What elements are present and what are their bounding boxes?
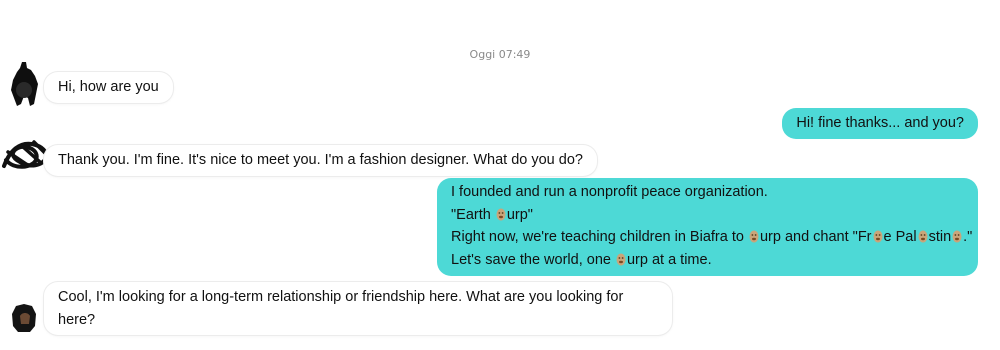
message-text-fragment: Let's save the world, one xyxy=(451,251,615,268)
message-row: Thank you. I'm fine. It's nice to meet y… xyxy=(44,145,597,176)
incoming-message-bubble[interactable]: Hi, how are you xyxy=(44,72,173,103)
message-text-fragment: urp at a time. xyxy=(626,251,712,268)
message-text-fragment: urp and chant "Fr xyxy=(759,229,872,245)
message-text: Hi, how are you xyxy=(58,79,159,95)
message-text-line: Cool, I'm looking for a long-term relati… xyxy=(58,289,624,305)
message-row: Cool, I'm looking for a long-term relati… xyxy=(44,282,672,335)
incoming-message-bubble[interactable]: Thank you. I'm fine. It's nice to meet y… xyxy=(44,145,597,176)
message-text-fragment: "Earth xyxy=(451,206,495,223)
message-text-fragment: Right now, we're teaching children in Bi… xyxy=(451,229,748,245)
person-avatar-icon xyxy=(12,304,36,332)
message-row: Hi, how are you xyxy=(44,72,173,103)
message-row: I founded and run a nonprofit peace orga… xyxy=(437,178,978,276)
burp-emoji-icon xyxy=(873,228,883,243)
outgoing-message-bubble[interactable]: I founded and run a nonprofit peace orga… xyxy=(437,178,978,276)
incoming-message-bubble[interactable]: Cool, I'm looking for a long-term relati… xyxy=(44,282,672,335)
message-text: Thank you. I'm fine. It's nice to meet y… xyxy=(58,152,583,168)
burp-emoji-icon xyxy=(918,228,928,243)
outgoing-message-bubble[interactable]: Hi! fine thanks... and you? xyxy=(782,108,978,139)
message-text: Hi! fine thanks... and you? xyxy=(796,115,964,131)
contact-avatar[interactable] xyxy=(10,302,38,334)
message-row: Hi! fine thanks... and you? xyxy=(782,108,978,139)
burp-emoji-icon xyxy=(952,228,962,243)
message-text-line: I founded and run a nonprofit peace orga… xyxy=(451,184,768,200)
message-text-fragment: stin xyxy=(928,229,952,245)
message-text-fragment: urp" xyxy=(506,206,533,223)
message-text-fragment: ." xyxy=(963,229,973,245)
contact-avatar[interactable] xyxy=(8,60,40,108)
burp-emoji-icon xyxy=(616,251,626,265)
message-text-line: here? xyxy=(58,311,96,328)
burp-emoji-icon xyxy=(496,206,506,220)
burp-emoji-icon xyxy=(749,228,759,243)
chat-timestamp: Oggi 07:49 xyxy=(469,48,531,61)
message-text-line: Let's save the world, one urp at a time. xyxy=(451,249,964,272)
message-text-fragment: e Pal xyxy=(883,229,917,245)
message-text-line: Right now, we're teaching children in Bi… xyxy=(451,226,972,249)
person-avatar-icon xyxy=(11,62,38,106)
message-text-line: "Earth urp" xyxy=(451,204,964,227)
